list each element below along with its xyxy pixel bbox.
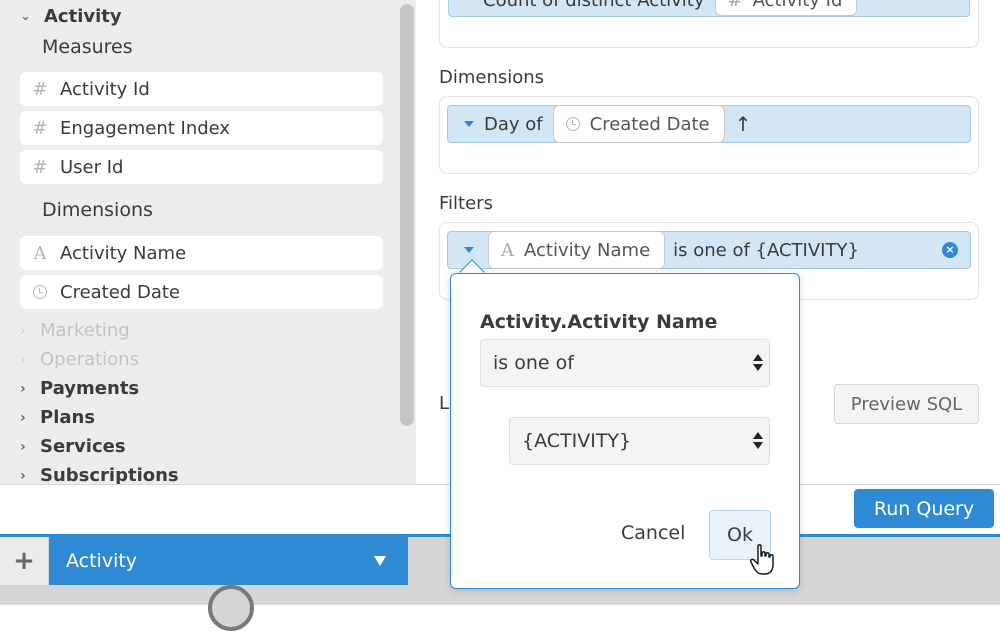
value-select[interactable]: {ACTIVITY} [509, 417, 770, 465]
dimension-chip[interactable]: Created Date [552, 105, 725, 143]
info-icon[interactable] [208, 585, 254, 631]
string-icon: A [33, 242, 47, 264]
measure-engagement-index[interactable]: # Engagement Index [20, 111, 383, 145]
chip-label: Activity Id [752, 0, 843, 11]
measures-label: Measures [42, 36, 133, 58]
cube-label: Subscriptions [40, 465, 179, 484]
preview-sql-button[interactable]: Preview SQL [834, 384, 979, 424]
chip-label: Created Date [589, 113, 710, 135]
updown-arrows-icon [753, 354, 763, 371]
cube-subscriptions[interactable]: › Subscriptions [20, 465, 179, 484]
operator-select[interactable]: is one of [480, 339, 770, 387]
select-value: is one of [493, 352, 574, 374]
hash-icon: # [32, 156, 48, 178]
hash-icon: # [32, 117, 48, 139]
filter-popover: Activity.Activity Name is one of {ACTIVI… [450, 273, 800, 589]
member-label: Created Date [60, 281, 180, 303]
caret-down-icon[interactable] [464, 247, 474, 253]
cube-label: Services [40, 436, 126, 457]
field-sidebar: ⌄ Activity Measures # Activity Id # Enga… [0, 0, 416, 484]
sidebar-scrollbar[interactable] [400, 4, 414, 426]
cube-label: Plans [40, 407, 96, 428]
filters-heading: Filters [439, 193, 493, 214]
chip-label: Activity Name [524, 239, 651, 261]
cube-marketing[interactable]: › Marketing [20, 320, 130, 341]
string-icon: A [501, 239, 514, 261]
run-query-button[interactable]: Run Query [854, 489, 994, 528]
select-value: {ACTIVITY} [522, 430, 632, 452]
updown-arrows-icon [753, 432, 763, 449]
popover-title: Activity.Activity Name [480, 311, 718, 333]
filter-chip[interactable]: A Activity Name [488, 231, 666, 269]
measure-pill[interactable]: Count of distinct Activity # Activity Id [448, 0, 970, 17]
dimensions-label: Dimensions [42, 199, 153, 221]
cancel-button[interactable]: Cancel [621, 522, 685, 544]
cube-label: Marketing [40, 320, 130, 341]
limit-label-fragment: L [439, 393, 450, 414]
chevron-down-icon: ⌄ [20, 9, 31, 24]
chevron-right-icon: › [20, 438, 26, 455]
measure-user-id[interactable]: # User Id [20, 150, 383, 184]
dimension-activity-name[interactable]: A Activity Name [20, 236, 383, 270]
measure-chip[interactable]: # Activity Id [714, 0, 858, 16]
pointer-hand-icon [750, 544, 774, 575]
sort-arrow-icon[interactable]: ↑ [735, 112, 752, 136]
filter-pill[interactable]: A Activity Name is one of {ACTIVITY} × [447, 231, 971, 269]
chevron-right-icon: › [20, 351, 26, 368]
chevron-right-icon: › [20, 322, 26, 339]
member-label: Engagement Index [60, 117, 231, 139]
clock-icon [565, 117, 580, 131]
cube-title: Activity [44, 6, 122, 27]
dimension-created-date[interactable]: Created Date [20, 275, 383, 309]
filter-summary: is one of {ACTIVITY} [673, 239, 859, 261]
dimension-pill[interactable]: Day of Created Date ↑ [447, 105, 971, 143]
measure-activity-id[interactable]: # Activity Id [20, 72, 383, 106]
tab-activity[interactable]: Activity [49, 537, 408, 585]
clock-icon [20, 285, 60, 299]
caret-down-icon[interactable] [464, 121, 474, 127]
hash-icon: # [32, 78, 48, 100]
member-label: Activity Name [60, 242, 187, 264]
tab-menu-icon[interactable] [374, 556, 386, 566]
hash-icon: # [727, 0, 743, 11]
cube-header-activity[interactable]: ⌄ Activity [20, 6, 122, 27]
member-label: User Id [60, 156, 124, 178]
dimensions-heading: Dimensions [439, 67, 545, 88]
add-tab-button[interactable]: + [0, 537, 48, 585]
measure-pill-label: Count of distinct Activity [483, 0, 705, 11]
cube-label: Payments [40, 378, 140, 399]
measures-panel: Count of distinct Activity # Activity Id [439, 0, 979, 48]
cube-plans[interactable]: › Plans [20, 407, 95, 428]
chevron-right-icon: › [20, 409, 26, 426]
cube-payments[interactable]: › Payments [20, 378, 139, 399]
tab-label: Activity [66, 550, 138, 572]
cube-operations[interactable]: › Operations [20, 349, 139, 370]
cube-services[interactable]: › Services [20, 436, 126, 457]
member-label: Activity Id [60, 78, 150, 100]
chevron-right-icon: › [20, 467, 26, 484]
cube-label: Operations [40, 349, 139, 370]
remove-filter-icon[interactable]: × [942, 242, 958, 258]
granularity-label[interactable]: Day of [484, 114, 543, 135]
chevron-right-icon: › [20, 380, 26, 397]
